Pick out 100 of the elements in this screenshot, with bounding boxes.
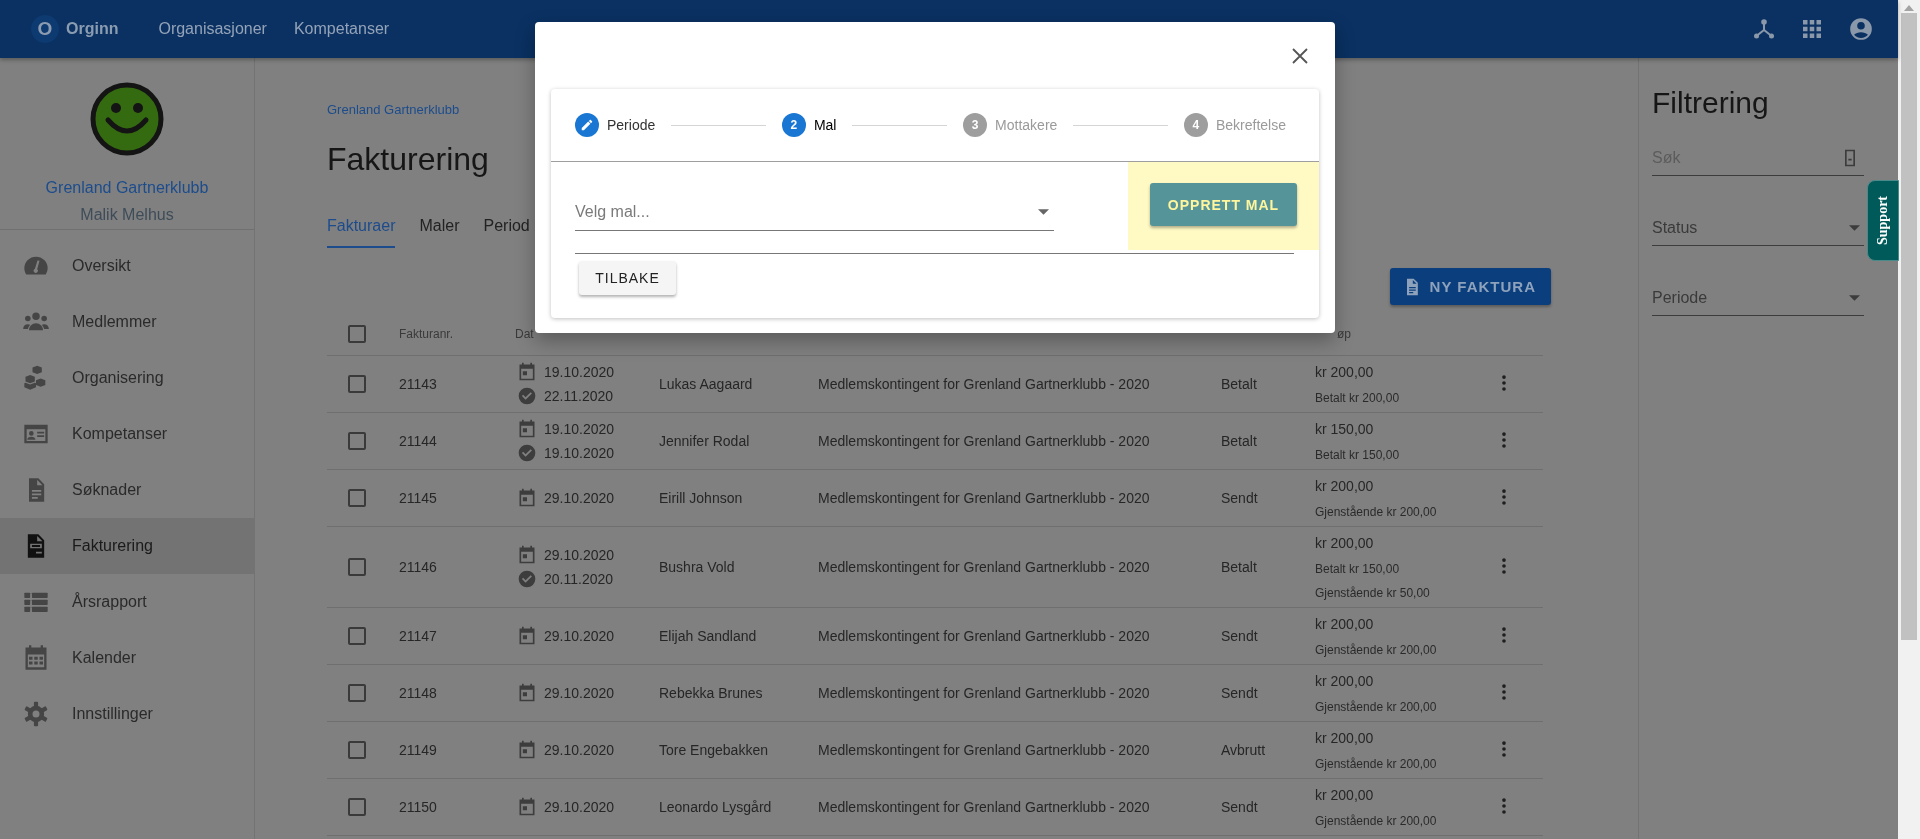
- date-text: 22.11.2020: [544, 388, 614, 404]
- table-cell: 21145: [399, 490, 437, 506]
- amount-text: kr 200,00: [1315, 363, 1375, 382]
- table-cell: Eirill Johnson: [659, 490, 743, 506]
- nav-link[interactable]: Kompetanser: [293, 20, 390, 38]
- date-text: 29.10.2020: [544, 547, 615, 563]
- sidebar-item[interactable]: Søknader: [0, 462, 254, 518]
- page-title: Fakturering: [327, 140, 489, 179]
- settings-icon: [22, 700, 50, 728]
- date-text: 20.11.2020: [544, 571, 614, 587]
- table-cell: 21148: [399, 685, 437, 701]
- checkbox[interactable]: [348, 432, 366, 450]
- payment-note: Betalt kr 150,00: [1315, 447, 1401, 464]
- user-name: Malik Melhus: [80, 206, 174, 224]
- calendar-icon: [517, 797, 537, 817]
- checkbox[interactable]: [348, 324, 366, 343]
- column-header: Dat: [515, 326, 534, 341]
- table-cell: Leonardo Lysgård: [659, 799, 772, 815]
- table-cell: 21149: [399, 742, 437, 758]
- logo-badge[interactable]: O: [31, 15, 59, 43]
- amount-text: kr 200,00: [1315, 786, 1375, 805]
- breadcrumb-link[interactable]: Grenland Gartnerklubb: [327, 100, 460, 120]
- table-cell: Avbrutt: [1221, 742, 1266, 758]
- calendar-icon: [517, 626, 537, 646]
- table-cell: Elijah Sandland: [659, 628, 757, 644]
- table-cell: Medlemskontingent for Grenland Gartnerklubb - 2020: [818, 799, 1150, 815]
- checkbox[interactable]: [348, 558, 366, 576]
- brand-name[interactable]: Orginn: [66, 20, 119, 38]
- scrollbar-thumb[interactable]: [1901, 13, 1917, 640]
- checkbox[interactable]: [348, 684, 366, 702]
- amount-text: kr 200,00: [1315, 729, 1375, 748]
- table-cell: Sendt: [1221, 490, 1258, 506]
- step-number: 4: [1183, 113, 1208, 137]
- sidebar-item[interactable]: Oversikt: [0, 238, 254, 294]
- date-text: 29.10.2020: [544, 799, 615, 815]
- payment-note: Gjenstående kr 200,00: [1315, 504, 1438, 521]
- checkbox[interactable]: [348, 798, 366, 816]
- column-header: Fakturanr.: [399, 326, 454, 341]
- calendar-icon: [517, 683, 537, 703]
- apps-grid-icon[interactable]: [1800, 17, 1824, 41]
- date-text: 19.10.2020: [544, 421, 615, 437]
- sidebar-item[interactable]: Kalender: [0, 630, 254, 686]
- table-cell: Bushra Vold: [659, 559, 735, 575]
- table-cell: 21143: [399, 376, 437, 392]
- checkbox[interactable]: [348, 627, 366, 645]
- tab[interactable]: Maler: [419, 204, 460, 248]
- table-cell: 21146: [399, 559, 437, 575]
- caret-icon: [1849, 294, 1860, 301]
- sidebar-item[interactable]: Medlemmer: [0, 294, 254, 350]
- table-cell: Medlemskontingent for Grenland Gartnerklubb - 2020: [818, 685, 1150, 701]
- back-button[interactable]: TILBAKE: [579, 261, 676, 295]
- account-icon[interactable]: [1848, 16, 1874, 42]
- payment-note: Gjenstående kr 200,00: [1315, 756, 1438, 773]
- organization-name: Grenland Gartnerklubb: [45, 179, 209, 197]
- sidebar-item[interactable]: Innstillinger: [0, 686, 254, 742]
- checkbox[interactable]: [348, 489, 366, 507]
- sidebar-item[interactable]: Kompetanser: [0, 406, 254, 462]
- step-label: Mottakere: [995, 117, 1058, 133]
- sidebar-item[interactable]: Årsrapport: [0, 574, 254, 630]
- table-cell: Medlemskontingent for Grenland Gartnerklubb - 2020: [818, 376, 1150, 392]
- support-tab[interactable]: Support: [1867, 180, 1899, 261]
- pencil-icon: [580, 118, 594, 132]
- table-cell: Sendt: [1221, 685, 1258, 701]
- caret-icon: [1849, 224, 1860, 231]
- checkbox[interactable]: [348, 375, 366, 393]
- tab[interactable]: Period: [483, 204, 530, 248]
- sidebar-item[interactable]: Fakturering: [0, 518, 254, 574]
- dropdown-field[interactable]: Status: [1652, 210, 1864, 246]
- template-select[interactable]: Velg mal...: [575, 193, 1054, 231]
- date-text: 19.10.2020: [544, 364, 615, 380]
- dropdown-field[interactable]: Periode: [1652, 280, 1864, 316]
- table-cell: Betalt: [1221, 376, 1257, 392]
- panel-title: Filtrering: [1652, 85, 1769, 121]
- payment-note: Gjenstående kr 200,00: [1315, 642, 1438, 659]
- table-cell: Betalt: [1221, 559, 1257, 575]
- calendar-icon: [517, 740, 537, 760]
- table-cell: Medlemskontingent for Grenland Gartnerklubb - 2020: [818, 628, 1150, 644]
- create-template-button[interactable]: OPPRETT MAL: [1150, 183, 1297, 226]
- table-cell: 21144: [399, 433, 437, 449]
- column-header: øp: [1337, 326, 1351, 341]
- hub-icon[interactable]: [1752, 17, 1776, 41]
- table-cell: Medlemskontingent for Grenland Gartnerklubb - 2020: [818, 559, 1150, 575]
- table-cell: Sendt: [1221, 799, 1258, 815]
- table-cell: Medlemskontingent for Grenland Gartnerklubb - 2020: [818, 742, 1150, 758]
- payment-note: Gjenstående kr 50,00: [1315, 585, 1431, 602]
- tab[interactable]: Fakturaer: [327, 204, 396, 248]
- new-invoice-button[interactable]: NY FAKTURA: [1389, 268, 1551, 305]
- table-cell: Betalt: [1221, 433, 1257, 449]
- amount-text: kr 200,00: [1315, 672, 1375, 691]
- nav-link[interactable]: Organisasjoner: [158, 20, 267, 38]
- checkbox[interactable]: [348, 741, 366, 759]
- payment-note: Gjenstående kr 200,00: [1315, 699, 1438, 716]
- table-cell: Medlemskontingent for Grenland Gartnerklubb - 2020: [818, 490, 1150, 506]
- amount-text: kr 200,00: [1315, 615, 1375, 634]
- table-cell: 21147: [399, 628, 437, 644]
- calendar-icon: [517, 488, 537, 508]
- step-number: 2: [781, 113, 806, 137]
- amount-text: kr 150,00: [1315, 420, 1375, 439]
- date-text: 29.10.2020: [544, 628, 615, 644]
- sidebar-item[interactable]: Organisering: [0, 350, 254, 406]
